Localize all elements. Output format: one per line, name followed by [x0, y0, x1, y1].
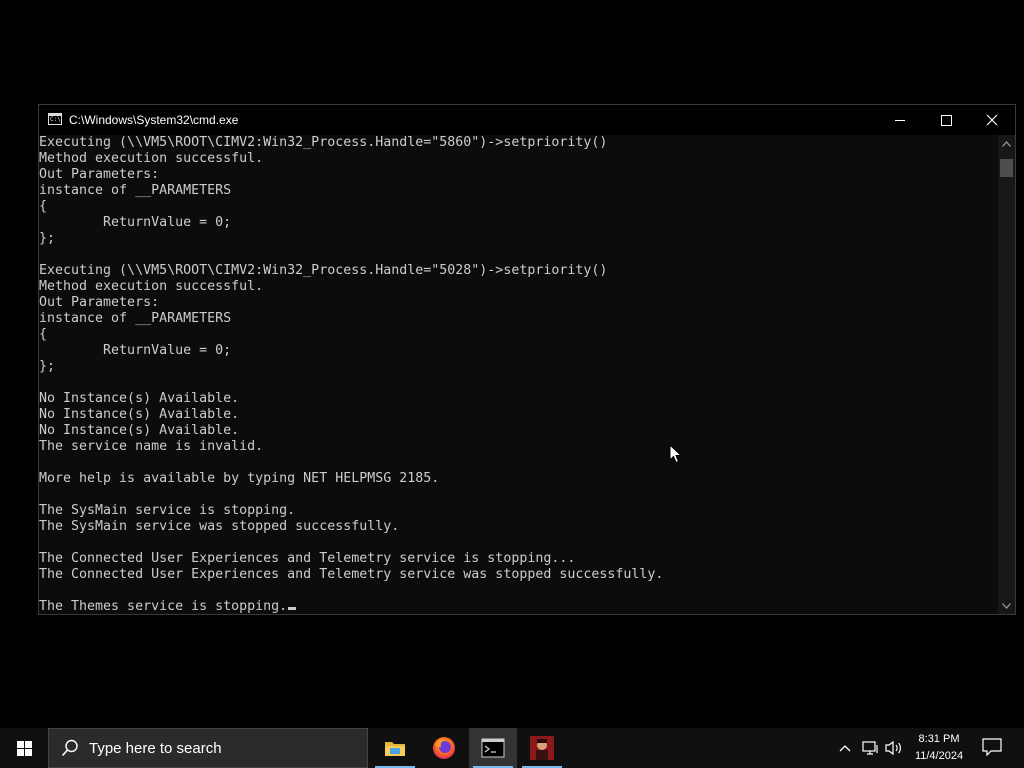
cmd-app-icon-text: C:\	[50, 116, 61, 123]
console-line: };	[39, 359, 999, 375]
console-line-text: No Instance(s) Available.	[39, 391, 240, 406]
console-line-text: More help is available by typing NET HEL…	[39, 471, 440, 486]
scrollbar-thumb[interactable]	[1000, 159, 1013, 177]
console-line: instance of __PARAMETERS	[39, 311, 999, 327]
taskbar-search-box[interactable]: Type here to search	[48, 728, 368, 768]
console-line: Executing (\\VM5\ROOT\CIMV2:Win32_Proces…	[39, 263, 999, 279]
console-line: ReturnValue = 0;	[39, 343, 999, 359]
taskbar-file-explorer[interactable]	[371, 728, 419, 768]
console-line: Out Parameters:	[39, 295, 999, 311]
console-line-text: Method execution successful.	[39, 151, 264, 166]
console-line: Out Parameters:	[39, 167, 999, 183]
text-cursor	[288, 607, 297, 610]
console-line-text: Method execution successful.	[39, 279, 264, 294]
close-icon	[986, 114, 998, 126]
start-button[interactable]	[0, 728, 48, 768]
search-placeholder: Type here to search	[89, 740, 222, 757]
console-line-text: ReturnValue = 0;	[39, 343, 232, 358]
taskbar: Type here to search 8:31 PM 11/4/2024	[0, 728, 1024, 768]
console-line: The Themes service is stopping.	[39, 599, 999, 614]
scroll-down-button[interactable]	[998, 597, 1015, 614]
firefox-icon	[433, 737, 455, 759]
console-line: Method execution successful.	[39, 151, 999, 167]
console-line: Executing (\\VM5\ROOT\CIMV2:Win32_Proces…	[39, 135, 999, 151]
console-line-text: Out Parameters:	[39, 295, 160, 310]
console-line-text: The SysMain service was stopped successf…	[39, 519, 400, 534]
taskbar-clock[interactable]: 8:31 PM 11/4/2024	[905, 731, 973, 765]
cmd-window[interactable]: C:\ C:\Windows\System32\cmd.exe Executin…	[38, 104, 1016, 615]
console-line-text: Executing (\\VM5\ROOT\CIMV2:Win32_Proces…	[39, 135, 608, 150]
console-output[interactable]: Executing (\\VM5\ROOT\CIMV2:Win32_Proces…	[39, 135, 999, 614]
cmd-app-icon[interactable]: C:\	[48, 113, 62, 125]
console-line: The SysMain service was stopped successf…	[39, 519, 999, 535]
console-line: No Instance(s) Available.	[39, 391, 999, 407]
console-line: instance of __PARAMETERS	[39, 183, 999, 199]
minimize-icon	[895, 119, 905, 121]
app-thumbnail-icon	[530, 736, 554, 760]
console-line-text: No Instance(s) Available.	[39, 423, 240, 438]
console-line-text: The SysMain service is stopping.	[39, 503, 296, 518]
chevron-up-icon	[1002, 140, 1011, 147]
volume-icon[interactable]	[885, 740, 903, 756]
mouse-pointer-icon	[669, 444, 683, 464]
console-line-text: };	[39, 359, 56, 374]
console-line: };	[39, 231, 999, 247]
window-title: C:\Windows\System32\cmd.exe	[69, 113, 239, 127]
console-line: No Instance(s) Available.	[39, 423, 999, 439]
maximize-button[interactable]	[923, 105, 969, 135]
taskbar-app-thumbnail[interactable]	[518, 728, 566, 768]
notification-center-icon[interactable]	[982, 738, 1002, 756]
clock-time: 8:31 PM	[918, 733, 960, 745]
console-line: The Connected User Experiences and Telem…	[39, 551, 999, 567]
taskbar-firefox[interactable]	[420, 728, 468, 768]
console-line-text: Out Parameters:	[39, 167, 160, 182]
scroll-up-button[interactable]	[998, 135, 1015, 152]
clock-date: 11/4/2024	[914, 750, 964, 762]
console-line-text: The Connected User Experiences and Telem…	[39, 567, 664, 582]
close-button[interactable]	[969, 105, 1015, 135]
console-line-text: The service name is invalid.	[39, 439, 264, 454]
console-line: The service name is invalid.	[39, 439, 999, 455]
console-line: {	[39, 199, 999, 215]
vertical-scrollbar[interactable]	[998, 135, 1015, 614]
console-line: Method execution successful.	[39, 279, 999, 295]
chevron-down-icon	[1002, 602, 1011, 609]
console-line: ReturnValue = 0;	[39, 215, 999, 231]
console-line: The SysMain service is stopping.	[39, 503, 999, 519]
search-icon	[61, 739, 78, 757]
console-line: More help is available by typing NET HEL…	[39, 471, 999, 487]
file-explorer-icon	[385, 742, 405, 756]
console-line-text: The Themes service is stopping.	[39, 599, 288, 614]
console-line-text: The Connected User Experiences and Telem…	[39, 551, 576, 566]
command-prompt-icon	[481, 738, 505, 758]
taskbar-command-prompt[interactable]	[469, 728, 517, 768]
console-line-text: No Instance(s) Available.	[39, 407, 240, 422]
console-line-text: instance of __PARAMETERS	[39, 183, 232, 198]
console-line-text: ReturnValue = 0;	[39, 215, 232, 230]
show-hidden-icons-chevron-icon[interactable]	[839, 744, 851, 752]
console-line-text: Executing (\\VM5\ROOT\CIMV2:Win32_Proces…	[39, 263, 608, 278]
console-line-text: instance of __PARAMETERS	[39, 311, 232, 326]
maximize-icon	[940, 114, 952, 126]
title-bar[interactable]: C:\ C:\Windows\System32\cmd.exe	[39, 105, 1015, 135]
console-line: The Connected User Experiences and Telem…	[39, 567, 999, 583]
minimize-button[interactable]	[877, 105, 923, 135]
console-line: No Instance(s) Available.	[39, 407, 999, 423]
console-line: {	[39, 327, 999, 343]
console-line-text: {	[39, 199, 48, 214]
console-line-text: };	[39, 231, 56, 246]
console-line-text: {	[39, 327, 48, 342]
windows-logo-icon	[16, 740, 32, 756]
network-icon[interactable]	[862, 740, 880, 756]
